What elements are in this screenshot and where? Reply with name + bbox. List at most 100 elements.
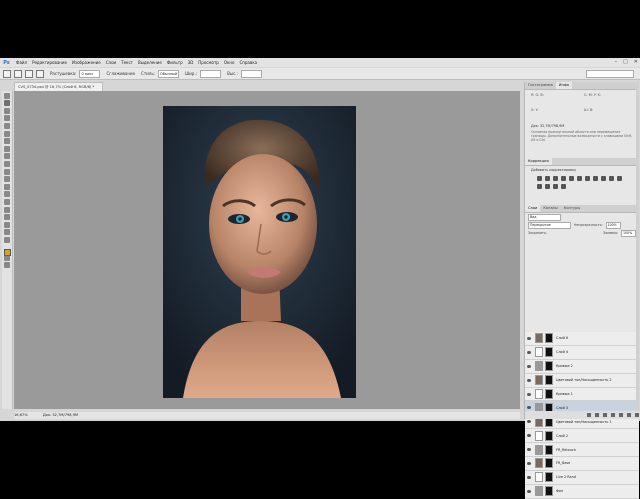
threshold-icon[interactable] (545, 184, 550, 189)
posterize-icon[interactable] (537, 184, 542, 189)
pen-tool-icon[interactable] (4, 198, 10, 205)
layer-row[interactable]: Слой 6 (525, 332, 639, 346)
brightness-icon[interactable] (537, 176, 542, 181)
smooth-label[interactable]: Сглаживание (106, 71, 135, 76)
visibility-eye-icon[interactable] (527, 448, 531, 452)
menu-view[interactable]: Просмотр (198, 60, 219, 65)
feather-input[interactable]: 0 пикс (79, 69, 101, 78)
photo-filter-icon[interactable] (601, 176, 606, 181)
workspace-select[interactable] (586, 70, 634, 78)
move-tool-icon[interactable] (4, 92, 10, 99)
marquee-tool-icon[interactable] (3, 69, 11, 78)
healing-tool-icon[interactable] (4, 138, 10, 145)
gradient-map-icon[interactable] (553, 184, 558, 189)
layer-row[interactable]: FR_Retouch (525, 443, 639, 458)
history-brush-tool-icon[interactable] (4, 160, 10, 167)
exposure-icon[interactable] (561, 176, 566, 181)
path-select-tool-icon[interactable] (4, 214, 10, 221)
visibility-eye-icon[interactable] (527, 420, 531, 424)
layer-row[interactable]: Live 2 Rand (525, 470, 639, 485)
quick-select-tool-icon[interactable] (4, 115, 10, 122)
visibility-eye-icon[interactable] (527, 392, 531, 396)
hue-saturation-icon[interactable] (577, 176, 582, 181)
layer-row[interactable]: Кривые 1 (525, 387, 639, 402)
canvas-area[interactable] (14, 91, 520, 409)
visibility-eye-icon[interactable] (527, 489, 531, 493)
tab-channels[interactable]: Каналы (540, 205, 560, 212)
menu-help[interactable]: Справка (239, 60, 257, 65)
height-input[interactable] (240, 69, 262, 78)
blur-tool-icon[interactable] (4, 183, 10, 190)
crop-tool-icon[interactable] (4, 122, 10, 129)
visibility-eye-icon[interactable] (527, 378, 531, 382)
quick-mask-icon[interactable] (4, 254, 10, 261)
tab-layers[interactable]: Слои (525, 205, 541, 212)
zoom-readout[interactable]: 16,67% (14, 413, 28, 417)
selective-color-icon[interactable] (561, 184, 566, 189)
portrait-photo[interactable] (163, 106, 356, 398)
width-input[interactable] (200, 69, 222, 78)
menu-select[interactable]: Выделение (138, 60, 162, 65)
style-select[interactable]: Обычный (158, 69, 180, 78)
fx-icon[interactable] (595, 413, 599, 417)
curves-icon[interactable] (553, 176, 558, 181)
visibility-eye-icon[interactable] (527, 434, 531, 438)
hand-tool-icon[interactable] (4, 229, 10, 236)
invert-icon[interactable] (617, 176, 622, 181)
vibrance-icon[interactable] (569, 176, 574, 181)
fill-input[interactable]: 100% (621, 229, 636, 237)
black-white-icon[interactable] (593, 176, 598, 181)
visibility-eye-icon[interactable] (527, 406, 531, 410)
link-layers-icon[interactable] (587, 413, 591, 417)
layer-row[interactable]: Цветовой тон/Насыщенность 2 (525, 373, 639, 388)
visibility-eye-icon[interactable] (527, 350, 531, 354)
document-tab[interactable]: CVS_0734.psd @ 16,7% (Слой 6, RGB/8) * (14, 82, 103, 91)
layer-row[interactable]: Фон (525, 484, 639, 499)
new-adjustment-icon[interactable] (611, 413, 615, 417)
channel-mixer-icon[interactable] (609, 176, 614, 181)
visibility-eye-icon[interactable] (527, 475, 531, 479)
type-tool-icon[interactable] (4, 206, 10, 213)
shape-tool-icon[interactable] (4, 221, 10, 228)
lasso-tool-icon[interactable] (4, 107, 10, 114)
opacity-input[interactable]: 100% (605, 221, 621, 229)
menu-file[interactable]: Файл (16, 60, 27, 65)
visibility-eye-icon[interactable] (527, 336, 531, 340)
brush-tool-icon[interactable] (4, 145, 10, 152)
gradient-tool-icon[interactable] (4, 176, 10, 183)
eraser-tool-icon[interactable] (4, 168, 10, 175)
layer-row[interactable]: FR_Base (525, 457, 639, 471)
visibility-eye-icon[interactable] (527, 461, 531, 465)
new-layer-icon[interactable] (627, 413, 631, 417)
eyedropper-tool-icon[interactable] (4, 130, 10, 137)
menu-3d[interactable]: 3D (188, 60, 194, 65)
blend-mode-select[interactable]: Перекрытие (528, 221, 571, 229)
menu-layers[interactable]: Слои (106, 60, 116, 65)
subtract-selection-icon[interactable] (36, 69, 44, 78)
maximize-icon[interactable]: □ (623, 59, 628, 65)
add-mask-icon[interactable] (603, 413, 607, 417)
delete-layer-icon[interactable] (635, 413, 639, 417)
stamp-tool-icon[interactable] (4, 153, 10, 160)
layer-row[interactable]: Слой 2 (525, 429, 639, 444)
add-selection-icon[interactable] (25, 69, 33, 78)
menu-filter[interactable]: Фильтр (167, 60, 183, 65)
marquee-tool-icon[interactable] (4, 100, 10, 107)
new-selection-icon[interactable] (14, 69, 22, 78)
levels-icon[interactable] (545, 176, 550, 181)
visibility-eye-icon[interactable] (527, 364, 531, 368)
tab-adjustments[interactable]: Коррекция (525, 158, 552, 165)
minimize-icon[interactable]: – (615, 59, 618, 65)
dodge-tool-icon[interactable] (4, 191, 10, 198)
layer-row[interactable]: Слой 4 (525, 345, 639, 360)
menu-edit[interactable]: Редактирование (32, 60, 67, 65)
layer-row[interactable]: Кривые 2 (525, 359, 639, 374)
tab-histogram[interactable]: Гистограмма (525, 82, 556, 89)
menu-type[interactable]: Текст (121, 60, 133, 65)
panel-scrollbar[interactable] (636, 82, 639, 419)
tab-info[interactable]: Инфо (555, 82, 573, 89)
zoom-tool-icon[interactable] (4, 236, 10, 243)
menu-window[interactable]: Окно (224, 60, 235, 65)
screen-mode-icon[interactable] (4, 262, 10, 269)
layer-kind-select[interactable]: Вид (528, 213, 561, 221)
